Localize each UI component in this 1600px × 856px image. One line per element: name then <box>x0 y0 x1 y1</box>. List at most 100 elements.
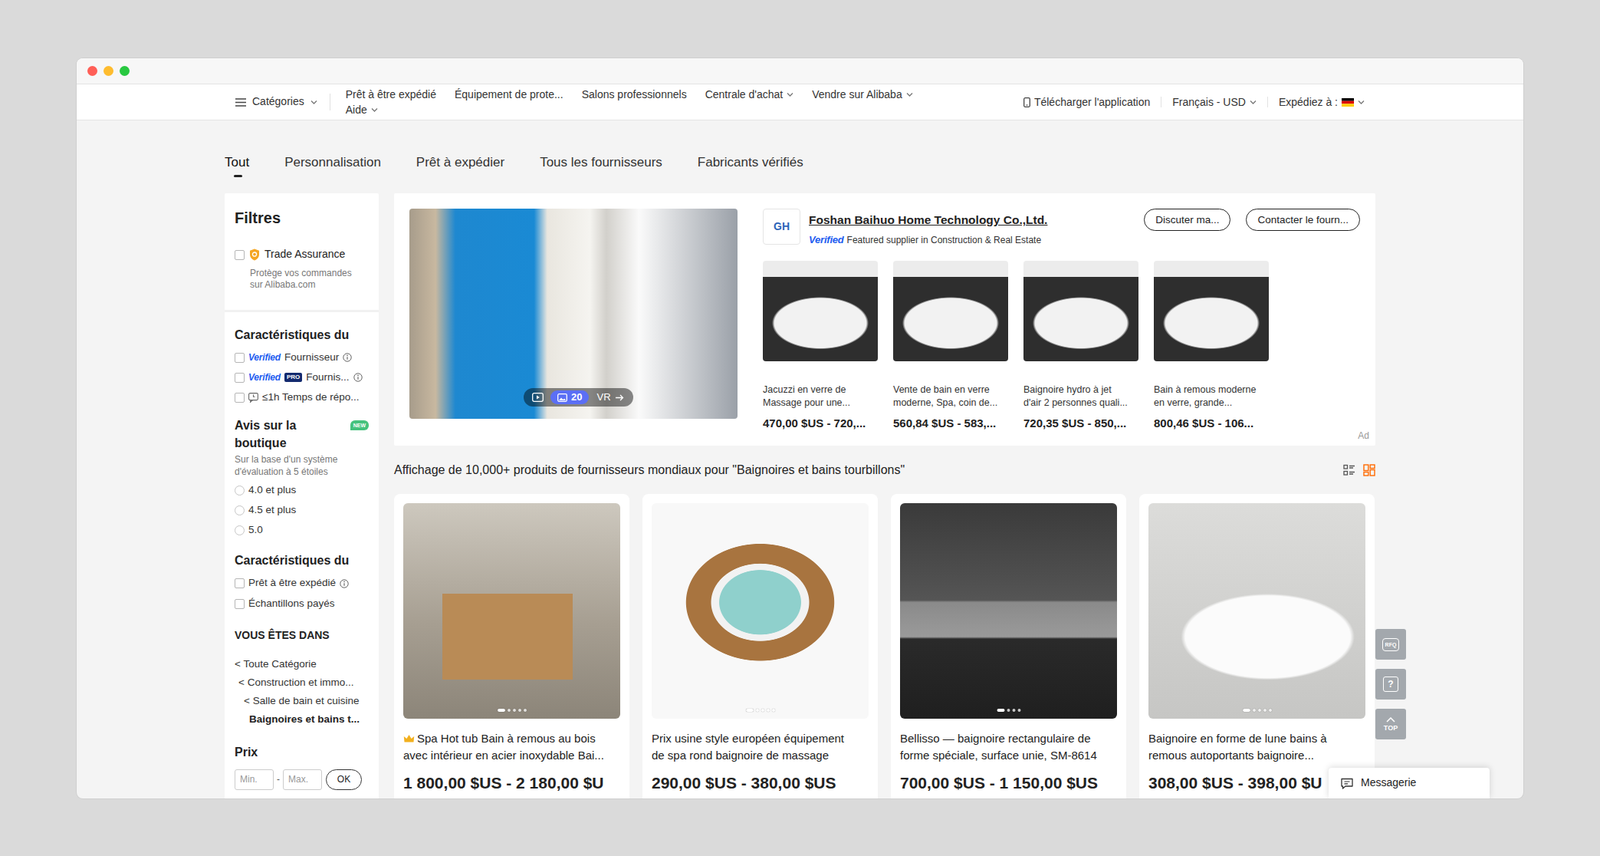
carousel-dot[interactable] <box>766 708 770 712</box>
supplier-name-link[interactable]: Foshan Baihuo Home Technology Co.,Ltd. <box>808 212 1048 228</box>
product-card[interactable]: Prix usine style européen équipementde s… <box>642 493 878 799</box>
checkbox[interactable] <box>234 578 245 589</box>
radio-button[interactable] <box>234 505 245 516</box>
filter-option[interactable]: Prêt à être expédié <box>234 572 369 594</box>
nav-link[interactable]: Équipement de prote... <box>454 86 564 102</box>
results-area: 20 VR GH Foshan Baihuo Home Technology Co.,… <box>394 193 1376 799</box>
messenger-button[interactable]: Messagerie <box>1328 767 1490 799</box>
photos-button[interactable]: 20 <box>550 390 589 405</box>
checkbox[interactable] <box>234 392 245 403</box>
minimize-button[interactable] <box>103 65 114 76</box>
title-text: forme spéciale, surface unie, SM-8614 <box>900 746 1098 764</box>
filter-option[interactable]: VerifiedPROFournis... <box>234 367 369 388</box>
ad-product[interactable]: Baignoire hydro à jetd'air 2 personnes q… <box>1023 260 1139 431</box>
filter-option[interactable]: Échantillons payés <box>234 593 369 615</box>
product-price: 1 800,00 $US - 2 180,00 $U <box>403 772 621 793</box>
product-title[interactable]: Spa Hot tub Bain à remous au boisavec in… <box>403 729 621 764</box>
price-range: -OK <box>234 768 369 790</box>
product-title: Baignoire hydro à jetd'air 2 personnes q… <box>1023 383 1139 410</box>
nav-link[interactable]: Aide <box>345 101 378 118</box>
search-tab[interactable]: Fabricants vérifiés <box>697 153 804 178</box>
breadcrumb-item[interactable]: < Construction et immo... <box>234 673 369 692</box>
product-photo[interactable] <box>900 502 1118 719</box>
rfq-button[interactable]: RFQ <box>1375 628 1407 660</box>
help-button[interactable]: ? <box>1375 668 1407 700</box>
filter-option[interactable]: ≤1h Temps de répo... <box>234 387 369 408</box>
supplier-video[interactable]: 20 VR <box>409 208 738 419</box>
search-tab[interactable]: Personnalisation <box>284 153 382 178</box>
product-card[interactable]: Bellisso — baignoire rectangulaire defor… <box>890 493 1127 799</box>
carousel-dot[interactable] <box>761 708 765 712</box>
nav-link[interactable]: Prêt à être expédié <box>345 86 437 102</box>
nav-link[interactable]: Salons professionnels <box>581 86 687 102</box>
carousel-dot[interactable] <box>518 708 522 712</box>
carousel-dot[interactable] <box>996 708 1005 712</box>
description-line: Protège vos commandes <box>249 267 369 280</box>
carousel-dot[interactable] <box>745 708 754 712</box>
checkbox[interactable] <box>234 598 245 609</box>
filter-section-title: Caractéristiques du <box>234 551 369 569</box>
close-button[interactable] <box>87 65 98 76</box>
price-max-input[interactable] <box>282 768 322 790</box>
view-mode-button[interactable] <box>1343 463 1356 477</box>
search-tab[interactable]: Tous les fournisseurs <box>539 153 663 178</box>
carousel-dot[interactable] <box>497 708 506 712</box>
carousel-dot[interactable] <box>1268 708 1272 712</box>
video-button[interactable] <box>529 392 546 402</box>
product-photo[interactable] <box>403 502 621 719</box>
app-download-link[interactable]: Télécharger l'application <box>1023 94 1150 110</box>
search-tab[interactable]: Tout <box>224 153 250 178</box>
filter-option[interactable]: VerifiedFournisseur <box>234 347 369 368</box>
carousel-dot[interactable] <box>507 708 511 712</box>
rating-option[interactable]: 4.0 et plus <box>234 479 369 500</box>
product-card[interactable]: Spa Hot tub Bain à remous au boisavec in… <box>394 493 630 799</box>
supplier-logo[interactable]: GH <box>762 208 801 245</box>
chat-button[interactable]: Discuter ma... <box>1143 208 1231 231</box>
trade-assurance-filter[interactable]: Trade Assurance <box>234 246 369 263</box>
checkbox[interactable] <box>234 249 245 260</box>
contact-supplier-button[interactable]: Contacter le fourn... <box>1245 208 1361 231</box>
carousel-dot[interactable] <box>1258 708 1262 712</box>
carousel-dot[interactable] <box>755 708 759 712</box>
carousel-dot[interactable] <box>1242 708 1251 712</box>
title-line: de spa rond baignoire de massage <box>651 746 869 764</box>
search-tab[interactable]: Prêt à expédier <box>416 153 505 178</box>
vr-button[interactable]: VR <box>593 390 627 404</box>
ad-product[interactable]: Vente de bain en verremoderne, Spa, coin… <box>893 260 1009 431</box>
ad-product[interactable]: Jacuzzi en verre deMassage pour une...47… <box>762 260 878 431</box>
checkbox[interactable] <box>234 372 245 383</box>
view-mode-button[interactable] <box>1363 463 1376 477</box>
back-to-top-button[interactable]: TOP <box>1375 708 1407 740</box>
rating-option[interactable]: 5.0 <box>234 519 369 540</box>
product-card[interactable]: Baignoire en forme de lune bains àremous… <box>1139 493 1375 799</box>
media-controls: 20 VR <box>523 387 634 407</box>
price-min-input[interactable] <box>234 768 274 790</box>
nav-link[interactable]: Centrale d'achat <box>705 86 795 102</box>
ad-product[interactable]: Bain à remous moderneen verre, grande...… <box>1153 260 1269 431</box>
product-title[interactable]: Bellisso — baignoire rectangulaire defor… <box>900 729 1118 764</box>
checkbox[interactable] <box>234 352 245 363</box>
breadcrumb-item[interactable]: < Toute Catégorie <box>234 654 369 674</box>
maximize-button[interactable] <box>119 65 130 76</box>
categories-menu[interactable]: Catégories <box>235 94 318 110</box>
rating-option[interactable]: 4.5 et plus <box>234 499 369 520</box>
product-title[interactable]: Prix usine style européen équipementde s… <box>651 729 869 764</box>
carousel-dot[interactable] <box>1017 708 1021 712</box>
carousel-dot[interactable] <box>772 708 776 712</box>
carousel-dot[interactable] <box>1011 708 1016 712</box>
product-title[interactable]: Baignoire en forme de lune bains àremous… <box>1148 729 1366 764</box>
carousel-dot[interactable] <box>1252 708 1256 712</box>
product-photo[interactable] <box>1148 502 1366 719</box>
carousel-dot[interactable] <box>512 708 516 712</box>
nav-link[interactable]: Vendre sur Alibaba <box>811 86 914 102</box>
price-apply-button[interactable]: OK <box>325 768 362 790</box>
language-currency-selector[interactable]: Français - USD <box>1172 94 1257 110</box>
radio-button[interactable] <box>234 525 245 536</box>
breadcrumb-item[interactable]: < Salle de bain et cuisine <box>234 691 369 710</box>
carousel-dot[interactable] <box>523 708 527 712</box>
carousel-dot[interactable] <box>1263 708 1267 712</box>
ship-to-selector[interactable]: Expédiez à : <box>1278 94 1365 110</box>
product-photo[interactable] <box>651 502 869 719</box>
carousel-dot[interactable] <box>1006 708 1010 712</box>
radio-button[interactable] <box>234 485 245 496</box>
